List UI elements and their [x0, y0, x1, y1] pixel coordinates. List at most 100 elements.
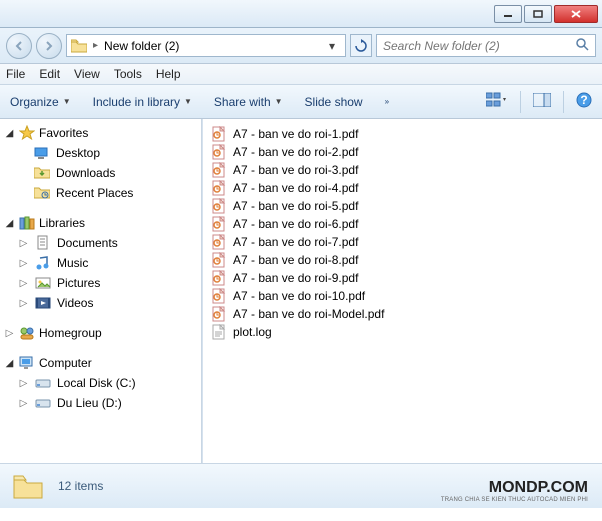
nav-item[interactable]: ▷ Documents — [4, 233, 202, 253]
chevron-down-icon: ▼ — [184, 97, 192, 106]
chevron-down-icon: ▼ — [275, 97, 283, 106]
desktop-icon — [34, 145, 50, 161]
nav-item-label: Du Lieu (D:) — [57, 396, 122, 410]
nav-computer[interactable]: ◢ Computer — [4, 353, 202, 373]
share-with-button[interactable]: Share with▼ — [214, 95, 283, 109]
expand-icon[interactable]: ▷ — [18, 398, 29, 409]
search-field[interactable] — [376, 34, 596, 57]
refresh-button[interactable] — [350, 34, 372, 57]
file-name: A7 - ban ve do roi-3.pdf — [233, 163, 358, 177]
nav-favorites[interactable]: ◢ Favorites — [4, 123, 202, 143]
slideshow-button[interactable]: Slide show — [305, 95, 363, 109]
file-name: A7 - ban ve do roi-1.pdf — [233, 127, 358, 141]
file-item[interactable]: plot.log — [211, 323, 594, 341]
pdf-file-icon — [211, 252, 227, 268]
toolbar-overflow-icon[interactable]: » — [385, 97, 389, 106]
expand-icon[interactable]: ▷ — [4, 328, 15, 339]
nav-item[interactable]: ▷ Local Disk (C:) — [4, 373, 202, 393]
nav-libraries[interactable]: ◢ Libraries — [4, 213, 202, 233]
expand-icon[interactable]: ▷ — [18, 298, 29, 309]
log-file-icon — [211, 324, 227, 340]
nav-label: Favorites — [39, 126, 88, 140]
menu-edit[interactable]: Edit — [39, 67, 60, 81]
file-name: A7 - ban ve do roi-2.pdf — [233, 145, 358, 159]
computer-icon — [19, 355, 35, 371]
nav-item[interactable]: Recent Places — [4, 183, 202, 203]
include-library-button[interactable]: Include in library▼ — [93, 95, 192, 109]
file-item[interactable]: A7 - ban ve do roi-8.pdf — [211, 251, 594, 269]
nav-item-label: Recent Places — [56, 186, 133, 200]
file-item[interactable]: A7 - ban ve do roi-1.pdf — [211, 125, 594, 143]
file-item[interactable]: A7 - ban ve do roi-7.pdf — [211, 233, 594, 251]
file-item[interactable]: A7 - ban ve do roi-6.pdf — [211, 215, 594, 233]
search-icon[interactable] — [575, 37, 589, 54]
nav-homegroup[interactable]: ▷ Homegroup — [4, 323, 202, 343]
collapse-icon[interactable]: ◢ — [4, 218, 15, 229]
menu-help[interactable]: Help — [156, 67, 181, 81]
pdf-file-icon — [211, 180, 227, 196]
expand-icon[interactable]: ▷ — [18, 258, 29, 269]
expand-icon[interactable]: ▷ — [18, 378, 29, 389]
chevron-down-icon: ▼ — [63, 97, 71, 106]
address-bar: ▸ New folder (2) ▾ — [0, 28, 602, 64]
view-options-button[interactable] — [486, 92, 508, 111]
nav-item[interactable]: ▷ Du Lieu (D:) — [4, 393, 202, 413]
forward-button[interactable] — [36, 33, 62, 59]
nav-item-label: Documents — [57, 236, 118, 250]
file-item[interactable]: A7 - ban ve do roi-4.pdf — [211, 179, 594, 197]
nav-item-label: Pictures — [57, 276, 100, 290]
folder-icon — [71, 38, 87, 54]
collapse-icon[interactable]: ◢ — [4, 358, 15, 369]
nav-item[interactable]: Desktop — [4, 143, 202, 163]
file-name: A7 - ban ve do roi-Model.pdf — [233, 307, 384, 321]
file-list[interactable]: A7 - ban ve do roi-1.pdf A7 - ban ve do r… — [203, 119, 602, 463]
pdf-file-icon — [211, 162, 227, 178]
downloads-icon — [34, 165, 50, 181]
close-button[interactable] — [554, 5, 598, 23]
collapse-icon[interactable]: ◢ — [4, 128, 15, 139]
breadcrumb[interactable]: ▸ New folder (2) ▾ — [66, 34, 346, 57]
file-item[interactable]: A7 - ban ve do roi-3.pdf — [211, 161, 594, 179]
star-icon — [19, 125, 35, 141]
file-name: A7 - ban ve do roi-6.pdf — [233, 217, 358, 231]
pictures-icon — [35, 275, 51, 291]
menu-file[interactable]: File — [6, 67, 25, 81]
nav-item-label: Downloads — [56, 166, 115, 180]
file-item[interactable]: A7 - ban ve do roi-5.pdf — [211, 197, 594, 215]
svg-text:?: ? — [580, 93, 587, 107]
homegroup-icon — [19, 325, 35, 341]
file-item[interactable]: A7 - ban ve do roi-Model.pdf — [211, 305, 594, 323]
minimize-button[interactable] — [494, 5, 522, 23]
expand-icon[interactable]: ▷ — [18, 278, 29, 289]
search-input[interactable] — [383, 39, 575, 53]
preview-pane-button[interactable] — [533, 93, 551, 110]
nav-item[interactable]: ▷ Pictures — [4, 273, 202, 293]
organize-button[interactable]: Organize▼ — [10, 95, 71, 109]
documents-icon — [35, 235, 51, 251]
toolbar: Organize▼ Include in library▼ Share with… — [0, 85, 602, 119]
file-name: A7 - ban ve do roi-5.pdf — [233, 199, 358, 213]
file-item[interactable]: A7 - ban ve do roi-2.pdf — [211, 143, 594, 161]
nav-item[interactable]: ▷Videos — [4, 293, 202, 313]
nav-item-label: Local Disk (C:) — [57, 376, 136, 390]
menu-tools[interactable]: Tools — [114, 67, 142, 81]
menu-view[interactable]: View — [74, 67, 100, 81]
pdf-file-icon — [211, 288, 227, 304]
address-dropdown-icon[interactable]: ▾ — [323, 39, 341, 53]
file-name: A7 - ban ve do roi-10.pdf — [233, 289, 365, 303]
file-item[interactable]: A7 - ban ve do roi-10.pdf — [211, 287, 594, 305]
menu-bar: File Edit View Tools Help — [0, 64, 602, 85]
nav-item-label: Music — [57, 256, 88, 270]
file-item[interactable]: A7 - ban ve do roi-9.pdf — [211, 269, 594, 287]
breadcrumb-folder[interactable]: New folder (2) — [104, 39, 179, 53]
nav-label: Homegroup — [39, 326, 102, 340]
maximize-button[interactable] — [524, 5, 552, 23]
file-name: plot.log — [233, 325, 272, 339]
nav-item[interactable]: Downloads — [4, 163, 202, 183]
file-name: A7 - ban ve do roi-4.pdf — [233, 181, 358, 195]
recent-icon — [34, 185, 50, 201]
help-button[interactable]: ? — [576, 92, 592, 111]
expand-icon[interactable]: ▷ — [18, 238, 29, 249]
back-button[interactable] — [6, 33, 32, 59]
nav-item[interactable]: ▷ Music — [4, 253, 202, 273]
